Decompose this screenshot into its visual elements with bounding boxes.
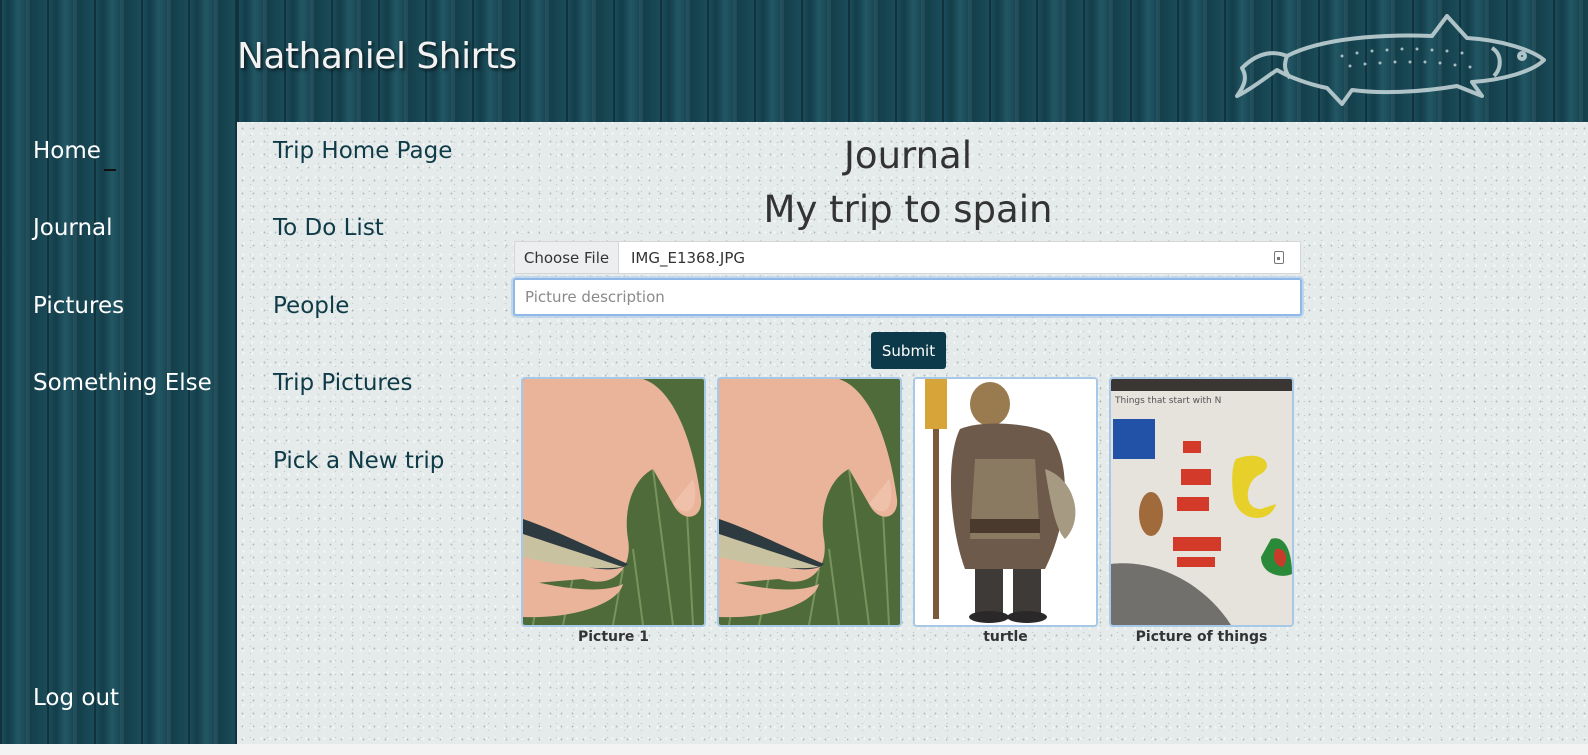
- choose-file-button[interactable]: Choose File: [515, 242, 619, 273]
- header: Nathaniel Shirts: [237, 0, 1588, 122]
- fish-photo-image: [523, 379, 704, 625]
- turtle-illustration-image: [915, 379, 1096, 625]
- picture-card[interactable]: Things that start with N: [1109, 377, 1294, 627]
- picture-card[interactable]: [521, 377, 706, 627]
- file-upload-field[interactable]: Choose File IMG_E1368.JPG: [514, 241, 1301, 274]
- drawing-photo-image: Things that start with N: [1111, 379, 1292, 625]
- sidebar-item-home[interactable]: Home: [33, 138, 101, 164]
- page-bottom-edge: [0, 744, 1588, 755]
- sidebar-item-pictures[interactable]: Pictures: [33, 293, 124, 319]
- trip-nav-people[interactable]: People: [273, 293, 349, 319]
- text-cursor: [104, 169, 116, 171]
- selected-file-name: IMG_E1368.JPG: [631, 248, 746, 267]
- trip-nav-new-trip[interactable]: Pick a New trip: [273, 448, 444, 474]
- trip-nav-trip-pictures[interactable]: Trip Pictures: [273, 370, 413, 396]
- trip-nav-todo[interactable]: To Do List: [273, 215, 384, 241]
- picture-caption: Picture of things: [1135, 629, 1268, 645]
- page-title: Journal: [844, 134, 972, 177]
- site-title: Nathaniel Shirts: [237, 36, 517, 77]
- drawing-text: Things that start with N: [1114, 396, 1221, 406]
- picture-card[interactable]: [913, 377, 1098, 627]
- sidebar-item-something-else[interactable]: Something Else: [33, 370, 212, 396]
- fish-photo-image: [719, 379, 900, 625]
- picture-card[interactable]: [717, 377, 902, 627]
- sidebar: Home Journal Pictures Something Else Log…: [0, 0, 237, 755]
- fish-logo-icon: [1235, 14, 1546, 106]
- sidebar-item-journal[interactable]: Journal: [33, 215, 113, 241]
- picture-description-input[interactable]: [513, 278, 1302, 316]
- main-content: Trip Home Page To Do List People Trip Pi…: [237, 122, 1588, 744]
- picture-caption: Picture 1: [577, 629, 650, 645]
- file-icon: [1274, 251, 1284, 264]
- logout-link[interactable]: Log out: [33, 685, 119, 711]
- trip-nav-home[interactable]: Trip Home Page: [273, 138, 452, 164]
- trip-title: My trip to spain: [763, 188, 1053, 231]
- submit-button[interactable]: Submit: [871, 332, 946, 369]
- picture-caption: turtle: [983, 629, 1028, 645]
